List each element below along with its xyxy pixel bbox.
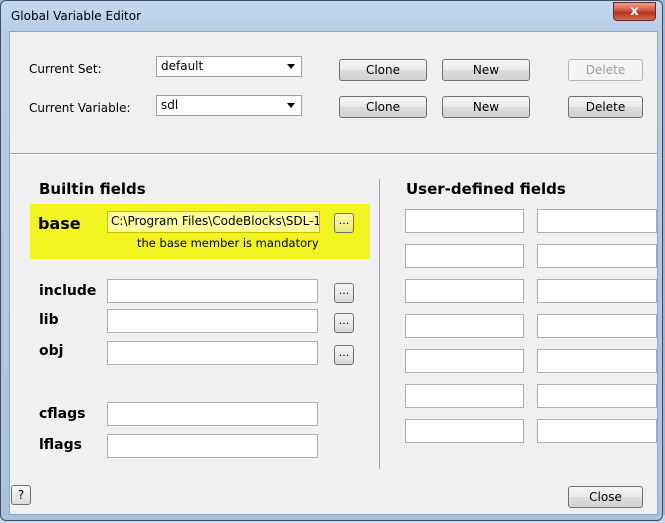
- user-field-value-input[interactable]: [537, 314, 657, 338]
- include-label: include: [39, 283, 97, 299]
- ellipsis-icon: ...: [338, 284, 350, 297]
- user-field-value-input[interactable]: [537, 419, 657, 443]
- base-path-input[interactable]: C:\Program Files\CodeBlocks\SDL-1: [107, 211, 320, 233]
- user-field-name-input[interactable]: [405, 384, 524, 408]
- current-set-label: Current Set:: [29, 62, 102, 76]
- title-bar[interactable]: Global Variable Editor x: [1, 1, 662, 31]
- cflags-input[interactable]: [107, 402, 318, 426]
- user-field-name-input[interactable]: [405, 244, 524, 268]
- chevron-down-icon: [287, 64, 295, 69]
- user-field-value-input[interactable]: [537, 209, 657, 233]
- user-field-name-input[interactable]: [405, 279, 524, 303]
- set-new-button[interactable]: New: [442, 59, 530, 81]
- current-variable-label: Current Variable:: [29, 101, 131, 115]
- user-field-value-input[interactable]: [537, 384, 657, 408]
- base-label: base: [38, 214, 81, 233]
- user-defined-fields-heading: User-defined fields: [406, 180, 566, 198]
- obj-label: obj: [39, 343, 64, 359]
- variable-clone-button[interactable]: Clone: [339, 96, 427, 118]
- ellipsis-icon: ...: [338, 314, 350, 327]
- cflags-label: cflags: [39, 406, 86, 422]
- lflags-label: lflags: [39, 437, 82, 453]
- chevron-down-icon: [287, 103, 295, 108]
- dialog-client-area: Current Set: default Clone New Delete Cu…: [9, 31, 658, 515]
- ellipsis-icon: ...: [338, 214, 350, 227]
- obj-browse-button[interactable]: ...: [334, 345, 354, 365]
- variable-new-button[interactable]: New: [442, 96, 530, 118]
- lib-label: lib: [39, 312, 59, 328]
- include-browse-button[interactable]: ...: [334, 283, 354, 303]
- user-field-name-input[interactable]: [405, 209, 524, 233]
- current-set-dropdown[interactable]: default: [156, 56, 302, 77]
- set-delete-button[interactable]: Delete: [568, 59, 643, 81]
- user-field-name-input[interactable]: [405, 349, 524, 373]
- close-button[interactable]: Close: [568, 486, 643, 508]
- user-field-name-input[interactable]: [405, 314, 524, 338]
- current-variable-value: sdl: [161, 98, 179, 112]
- help-icon: ?: [17, 488, 25, 502]
- lib-input[interactable]: [107, 309, 318, 333]
- lib-browse-button[interactable]: ...: [334, 313, 354, 333]
- builtin-fields-heading: Builtin fields: [39, 180, 146, 198]
- set-clone-button[interactable]: Clone: [339, 59, 427, 81]
- include-input[interactable]: [107, 279, 318, 303]
- variable-delete-button[interactable]: Delete: [568, 96, 643, 118]
- user-field-value-input[interactable]: [537, 244, 657, 268]
- close-window-button[interactable]: x: [613, 2, 656, 21]
- obj-input[interactable]: [107, 341, 318, 365]
- ellipsis-icon: ...: [338, 346, 350, 359]
- window-title: Global Variable Editor: [11, 9, 142, 23]
- user-field-name-input[interactable]: [405, 419, 524, 443]
- vertical-divider: [379, 179, 380, 469]
- user-field-value-input[interactable]: [537, 279, 657, 303]
- help-button[interactable]: ?: [11, 485, 31, 505]
- current-set-value: default: [161, 59, 204, 73]
- horizontal-divider-highlight: [10, 154, 657, 155]
- user-field-value-input[interactable]: [537, 349, 657, 373]
- lflags-input[interactable]: [107, 434, 318, 458]
- base-browse-button[interactable]: ...: [334, 213, 354, 233]
- base-mandatory-hint: the base member is mandatory: [137, 236, 319, 250]
- global-variable-editor-window: Global Variable Editor x Current Set: de…: [0, 0, 663, 521]
- close-icon: x: [630, 4, 639, 19]
- current-variable-dropdown[interactable]: sdl: [156, 95, 302, 116]
